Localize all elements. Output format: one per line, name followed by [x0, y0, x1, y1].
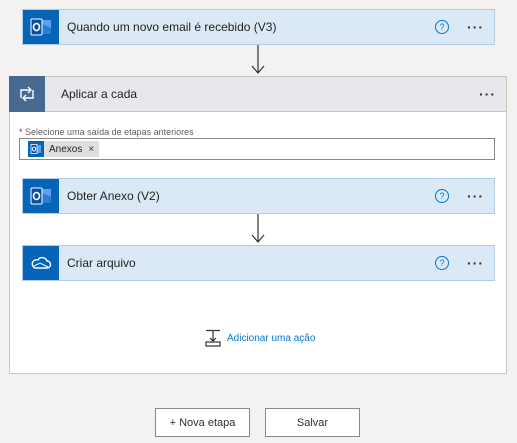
arrow-down-icon [251, 214, 265, 243]
required-mark: * [19, 127, 23, 137]
create-file-title: Criar arquivo [67, 256, 136, 270]
apply-to-each-title: Aplicar a cada [61, 87, 138, 101]
loop-icon [9, 76, 45, 112]
apply-to-each-header[interactable]: Aplicar a cada ··· [9, 76, 507, 112]
add-action-label: Adicionar uma ação [227, 332, 316, 344]
field-label-text: Selecione uma saída de etapas anteriores [25, 127, 194, 137]
token-remove-icon[interactable]: × [88, 144, 94, 155]
trigger-title: Quando um novo email é recebido (V3) [67, 20, 277, 34]
help-icon[interactable]: ? [435, 20, 449, 34]
get-attachment-title: Obter Anexo (V2) [67, 189, 160, 203]
save-button[interactable]: Salvar [265, 408, 360, 437]
token-label: Anexos [49, 143, 83, 155]
more-options-icon[interactable]: ··· [479, 87, 496, 101]
field-label: * Selecione uma saída de etapas anterior… [19, 127, 194, 137]
get-attachment-step[interactable]: Obter Anexo (V2) ? ··· [22, 178, 495, 214]
add-action-button[interactable]: Adicionar uma ação [205, 329, 315, 347]
help-icon[interactable]: ? [435, 189, 449, 203]
anexos-token: Anexos × [28, 141, 100, 157]
onedrive-icon [23, 246, 59, 280]
outlook-icon [28, 141, 44, 157]
outlook-icon [23, 10, 59, 44]
more-options-icon[interactable]: ··· [467, 20, 484, 34]
trigger-step[interactable]: Quando um novo email é recebido (V3) ? ·… [22, 9, 495, 45]
more-options-icon[interactable]: ··· [467, 256, 484, 270]
create-file-step[interactable]: Criar arquivo ? ··· [22, 245, 495, 281]
arrow-down-icon [251, 45, 265, 74]
outlook-icon [23, 179, 59, 213]
add-action-icon [205, 329, 221, 347]
help-icon[interactable]: ? [435, 256, 449, 270]
new-step-button[interactable]: + Nova etapa [155, 408, 250, 437]
previous-output-input[interactable]: Anexos × [19, 138, 495, 160]
more-options-icon[interactable]: ··· [467, 189, 484, 203]
